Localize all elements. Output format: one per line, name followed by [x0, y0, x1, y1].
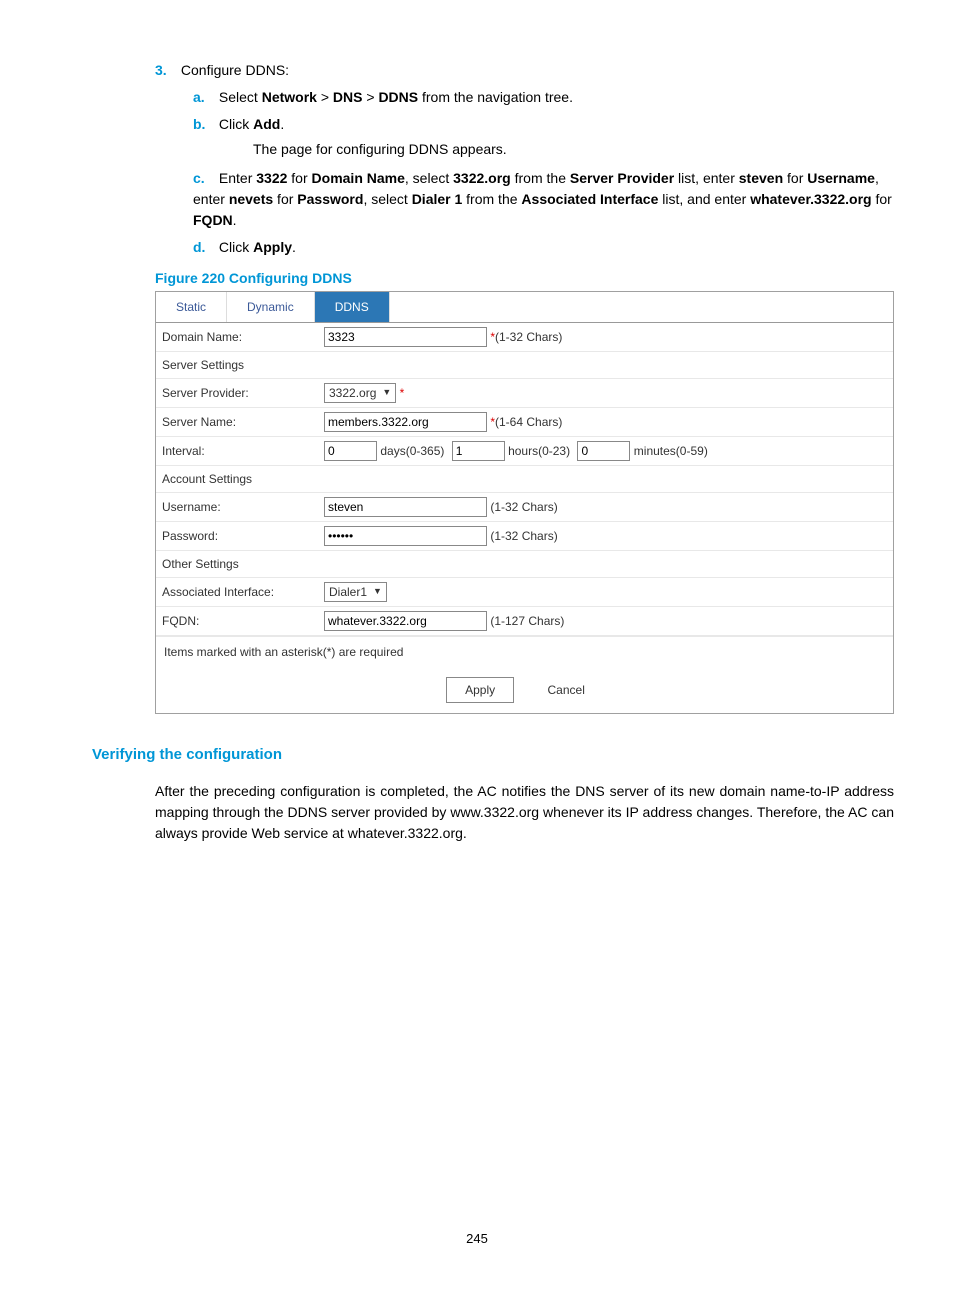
cancel-button[interactable]: Cancel [530, 678, 603, 702]
tab-dynamic[interactable]: Dynamic [227, 292, 315, 322]
username-input[interactable] [324, 497, 487, 517]
substep-a: a. Select Network > DNS > DDNS from the … [193, 87, 894, 108]
substep-letter: a. [193, 87, 215, 108]
password-label: Password: [156, 522, 318, 551]
step-title: Configure DDNS: [181, 62, 289, 78]
associated-interface-label: Associated Interface: [156, 578, 318, 607]
chevron-down-icon: ▼ [382, 386, 391, 400]
other-settings-header: Other Settings [156, 551, 893, 578]
server-name-input[interactable] [324, 412, 487, 432]
interval-hours-input[interactable] [452, 441, 505, 461]
fqdn-input[interactable] [324, 611, 487, 631]
required-note: Items marked with an asterisk(*) are req… [156, 636, 893, 667]
ddns-config-screenshot: Static Dynamic DDNS Domain Name: **(1-32… [155, 291, 894, 714]
substep-b: b. Click Add. The page for configuring D… [193, 114, 894, 160]
fqdn-hint: (1-127 Chars) [490, 614, 564, 628]
substep-c: c. Enter 3322 for Domain Name, select 33… [193, 168, 894, 231]
substep-letter: c. [193, 168, 215, 189]
server-name-label: Server Name: [156, 408, 318, 437]
substep-d: d. Click Apply. [193, 237, 894, 258]
page-number: 245 [0, 1231, 954, 1246]
server-provider-label: Server Provider: [156, 379, 318, 408]
username-hint: (1-32 Chars) [490, 500, 557, 514]
substep-letter: d. [193, 237, 215, 258]
server-settings-header: Server Settings [156, 352, 893, 379]
tab-ddns[interactable]: DDNS [315, 292, 390, 322]
fqdn-label: FQDN: [156, 607, 318, 636]
password-input[interactable] [324, 526, 487, 546]
server-name-hint: *(1-64 Chars) [490, 415, 562, 429]
tab-bar: Static Dynamic DDNS [156, 292, 893, 323]
server-provider-select[interactable]: 3322.org ▼ [324, 383, 396, 403]
required-star: * [400, 386, 405, 400]
chevron-down-icon: ▼ [373, 585, 382, 599]
associated-interface-select[interactable]: Dialer1 ▼ [324, 582, 387, 602]
step-list: 3. Configure DDNS: a. Select Network > D… [155, 60, 894, 258]
account-settings-header: Account Settings [156, 466, 893, 493]
password-hint: (1-32 Chars) [490, 529, 557, 543]
domain-name-hint: **(1-32 Chars)(1-32 Chars) [490, 330, 562, 344]
step-number: 3. [155, 60, 177, 81]
days-label: days(0-365) [380, 444, 444, 458]
username-label: Username: [156, 493, 318, 522]
apply-button[interactable]: Apply [446, 677, 514, 703]
domain-name-input[interactable] [324, 327, 487, 347]
substep-b-note: The page for configuring DDNS appears. [193, 139, 894, 160]
interval-days-input[interactable] [324, 441, 377, 461]
substep-letter: b. [193, 114, 215, 135]
verifying-heading: Verifying the configuration [92, 744, 894, 767]
interval-minutes-input[interactable] [577, 441, 630, 461]
domain-name-label: Domain Name: [156, 323, 318, 352]
verifying-paragraph: After the preceding configuration is com… [155, 781, 894, 844]
tab-static[interactable]: Static [156, 292, 227, 322]
minutes-label: minutes(0-59) [634, 444, 708, 458]
hours-label: hours(0-23) [508, 444, 570, 458]
figure-caption: Figure 220 Configuring DDNS [155, 268, 894, 289]
interval-label: Interval: [156, 437, 318, 466]
